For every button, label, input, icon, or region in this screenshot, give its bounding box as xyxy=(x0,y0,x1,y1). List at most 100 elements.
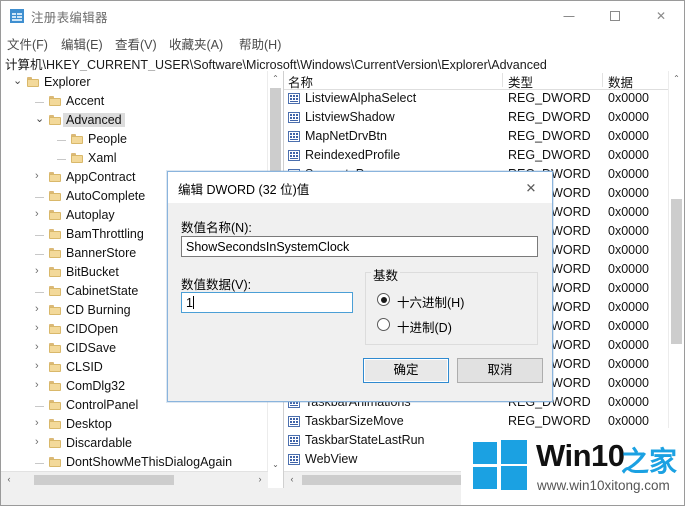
chevron-right-icon[interactable]: › xyxy=(35,266,39,277)
column-header-data[interactable]: 数据 xyxy=(608,72,633,91)
folder-icon xyxy=(49,362,61,372)
menu-view[interactable]: 查看(V) xyxy=(115,34,157,53)
chevron-right-icon[interactable]: › xyxy=(35,437,39,448)
tree-scroll-up-arrow[interactable]: ⌃ xyxy=(268,71,283,86)
tree-item-label: DontShowMeThisDialogAgain xyxy=(66,455,233,469)
tree-item-label: CD Burning xyxy=(66,303,131,317)
cancel-button[interactable]: 取消 xyxy=(457,358,543,383)
value-data-cell: 0x0000 xyxy=(608,148,650,162)
value-data-cell: 0x0000 xyxy=(608,205,650,219)
tree-guide-line xyxy=(35,406,44,407)
folder-icon xyxy=(49,210,61,220)
tree-hscroll-thumb[interactable] xyxy=(34,475,174,485)
close-button[interactable]: ✕ xyxy=(638,1,684,31)
column-header-type[interactable]: 类型 xyxy=(508,72,533,91)
chevron-down-icon[interactable]: ⌄ xyxy=(13,76,22,87)
tree-guide-line xyxy=(57,159,66,160)
value-name-cell: ListviewShadow xyxy=(305,110,395,124)
value-name-text: ShowSecondsInSystemClock xyxy=(186,240,350,254)
edit-dword-dialog: 编辑 DWORD (32 位)值 ✕ 数值名称(N): ShowSecondsI… xyxy=(167,171,553,402)
tree-scroll-down-arrow[interactable]: ⌄ xyxy=(268,457,283,472)
tree-item-label: ControlPanel xyxy=(66,398,139,412)
value-data-cell: 0x0000 xyxy=(608,414,650,428)
value-data-cell: 0x0000 xyxy=(608,243,650,257)
value-row[interactable]: ListviewAlphaSelect REG_DWORD 0x0000 xyxy=(284,90,684,108)
value-data-input[interactable]: 1 xyxy=(181,292,353,313)
maximize-button[interactable] xyxy=(592,1,638,31)
chevron-right-icon[interactable]: › xyxy=(35,304,39,315)
folder-icon xyxy=(49,400,61,410)
menu-file[interactable]: 文件(F) xyxy=(7,34,48,53)
column-header-name[interactable]: 名称 xyxy=(288,72,313,91)
value-name-input[interactable]: ShowSecondsInSystemClock xyxy=(181,236,538,257)
folder-icon xyxy=(49,248,61,258)
chevron-right-icon[interactable]: › xyxy=(35,361,39,372)
tree-item-label: BitBucket xyxy=(66,265,119,279)
tree-guide-line xyxy=(35,254,44,255)
tree-item-desktop[interactable]: › Desktop xyxy=(1,416,283,434)
dword-value-icon xyxy=(288,435,300,446)
value-name-cell: ListviewAlphaSelect xyxy=(305,91,417,105)
dword-value-icon xyxy=(288,112,300,123)
tree-horizontal-scrollbar[interactable]: ‹ › xyxy=(1,471,268,488)
ok-button[interactable]: 确定 xyxy=(363,358,449,383)
chevron-right-icon[interactable]: › xyxy=(35,342,39,353)
folder-icon xyxy=(49,172,61,182)
chevron-right-icon[interactable]: › xyxy=(35,209,39,220)
tree-item-advanced[interactable]: ⌄ Advanced xyxy=(1,112,283,130)
list-header: 名称 类型 数据 xyxy=(284,71,684,90)
value-row[interactable]: ReindexedProfile REG_DWORD 0x0000 xyxy=(284,147,684,165)
radio-decimal[interactable] xyxy=(377,318,390,331)
windows-logo-icon xyxy=(473,440,527,492)
folder-icon xyxy=(49,267,61,277)
chevron-down-icon[interactable]: ⌄ xyxy=(35,114,44,125)
list-scroll-up-arrow[interactable]: ⌃ xyxy=(669,71,684,86)
tree-guide-line xyxy=(57,140,66,141)
minimize-button[interactable] xyxy=(546,1,592,31)
tree-guide-line xyxy=(35,102,44,103)
menu-favorites[interactable]: 收藏夹(A) xyxy=(169,34,223,53)
tree-item-people[interactable]: People xyxy=(1,131,283,149)
value-row[interactable]: MapNetDrvBtn REG_DWORD 0x0000 xyxy=(284,128,684,146)
radio-selected-dot xyxy=(380,296,387,303)
chevron-right-icon[interactable]: › xyxy=(35,418,39,429)
radio-hexadecimal[interactable] xyxy=(377,293,390,306)
list-scroll-left-arrow[interactable]: ‹ xyxy=(284,472,300,487)
menu-help[interactable]: 帮助(H) xyxy=(239,34,281,53)
dword-value-icon xyxy=(288,93,300,104)
tree-item-label: BannerStore xyxy=(66,246,137,260)
folder-icon xyxy=(71,134,83,144)
tree-item-label: ComDlg32 xyxy=(66,379,126,393)
folder-icon xyxy=(49,381,61,391)
dialog-title-bar: 编辑 DWORD (32 位)值 ✕ xyxy=(168,172,552,203)
tree-item-xaml[interactable]: Xaml xyxy=(1,150,283,168)
dialog-close-button[interactable]: ✕ xyxy=(510,172,552,203)
tree-item-discardable[interactable]: › Discardable xyxy=(1,435,283,453)
radio-decimal-label[interactable]: 十进制(D) xyxy=(397,317,452,336)
chevron-right-icon[interactable]: › xyxy=(35,171,39,182)
tree-scroll-left-arrow[interactable]: ‹ xyxy=(1,472,17,487)
tree-item-accent[interactable]: Accent xyxy=(1,93,283,111)
list-vertical-scrollbar[interactable]: ⌃ ⌄ xyxy=(668,71,684,472)
value-type-cell: REG_DWORD xyxy=(508,148,591,162)
tree-item-explorer[interactable]: ⌄ Explorer xyxy=(1,74,283,92)
value-type-cell: REG_DWORD xyxy=(508,414,591,428)
value-name-cell: TaskbarSizeMove xyxy=(305,414,404,428)
list-scroll-thumb[interactable] xyxy=(671,199,682,344)
dword-value-icon xyxy=(288,416,300,427)
minimize-icon xyxy=(563,16,575,17)
column-divider[interactable] xyxy=(502,73,503,87)
chevron-right-icon[interactable]: › xyxy=(35,323,39,334)
address-bar[interactable]: 计算机\HKEY_CURRENT_USER\Software\Microsoft… xyxy=(1,52,684,72)
radio-hexadecimal-label[interactable]: 十六进制(H) xyxy=(397,292,464,311)
menu-edit[interactable]: 编辑(E) xyxy=(61,34,103,53)
tree-item-dontshowmethisdialogagain[interactable]: DontShowMeThisDialogAgain xyxy=(1,454,283,472)
value-name-cell: ReindexedProfile xyxy=(305,148,401,162)
folder-icon xyxy=(49,324,61,334)
tree-guide-line xyxy=(35,235,44,236)
value-row[interactable]: ListviewShadow REG_DWORD 0x0000 xyxy=(284,109,684,127)
value-type-cell: REG_DWORD xyxy=(508,91,591,105)
column-divider[interactable] xyxy=(602,73,603,87)
chevron-right-icon[interactable]: › xyxy=(35,380,39,391)
tree-scroll-right-arrow[interactable]: › xyxy=(252,472,268,487)
